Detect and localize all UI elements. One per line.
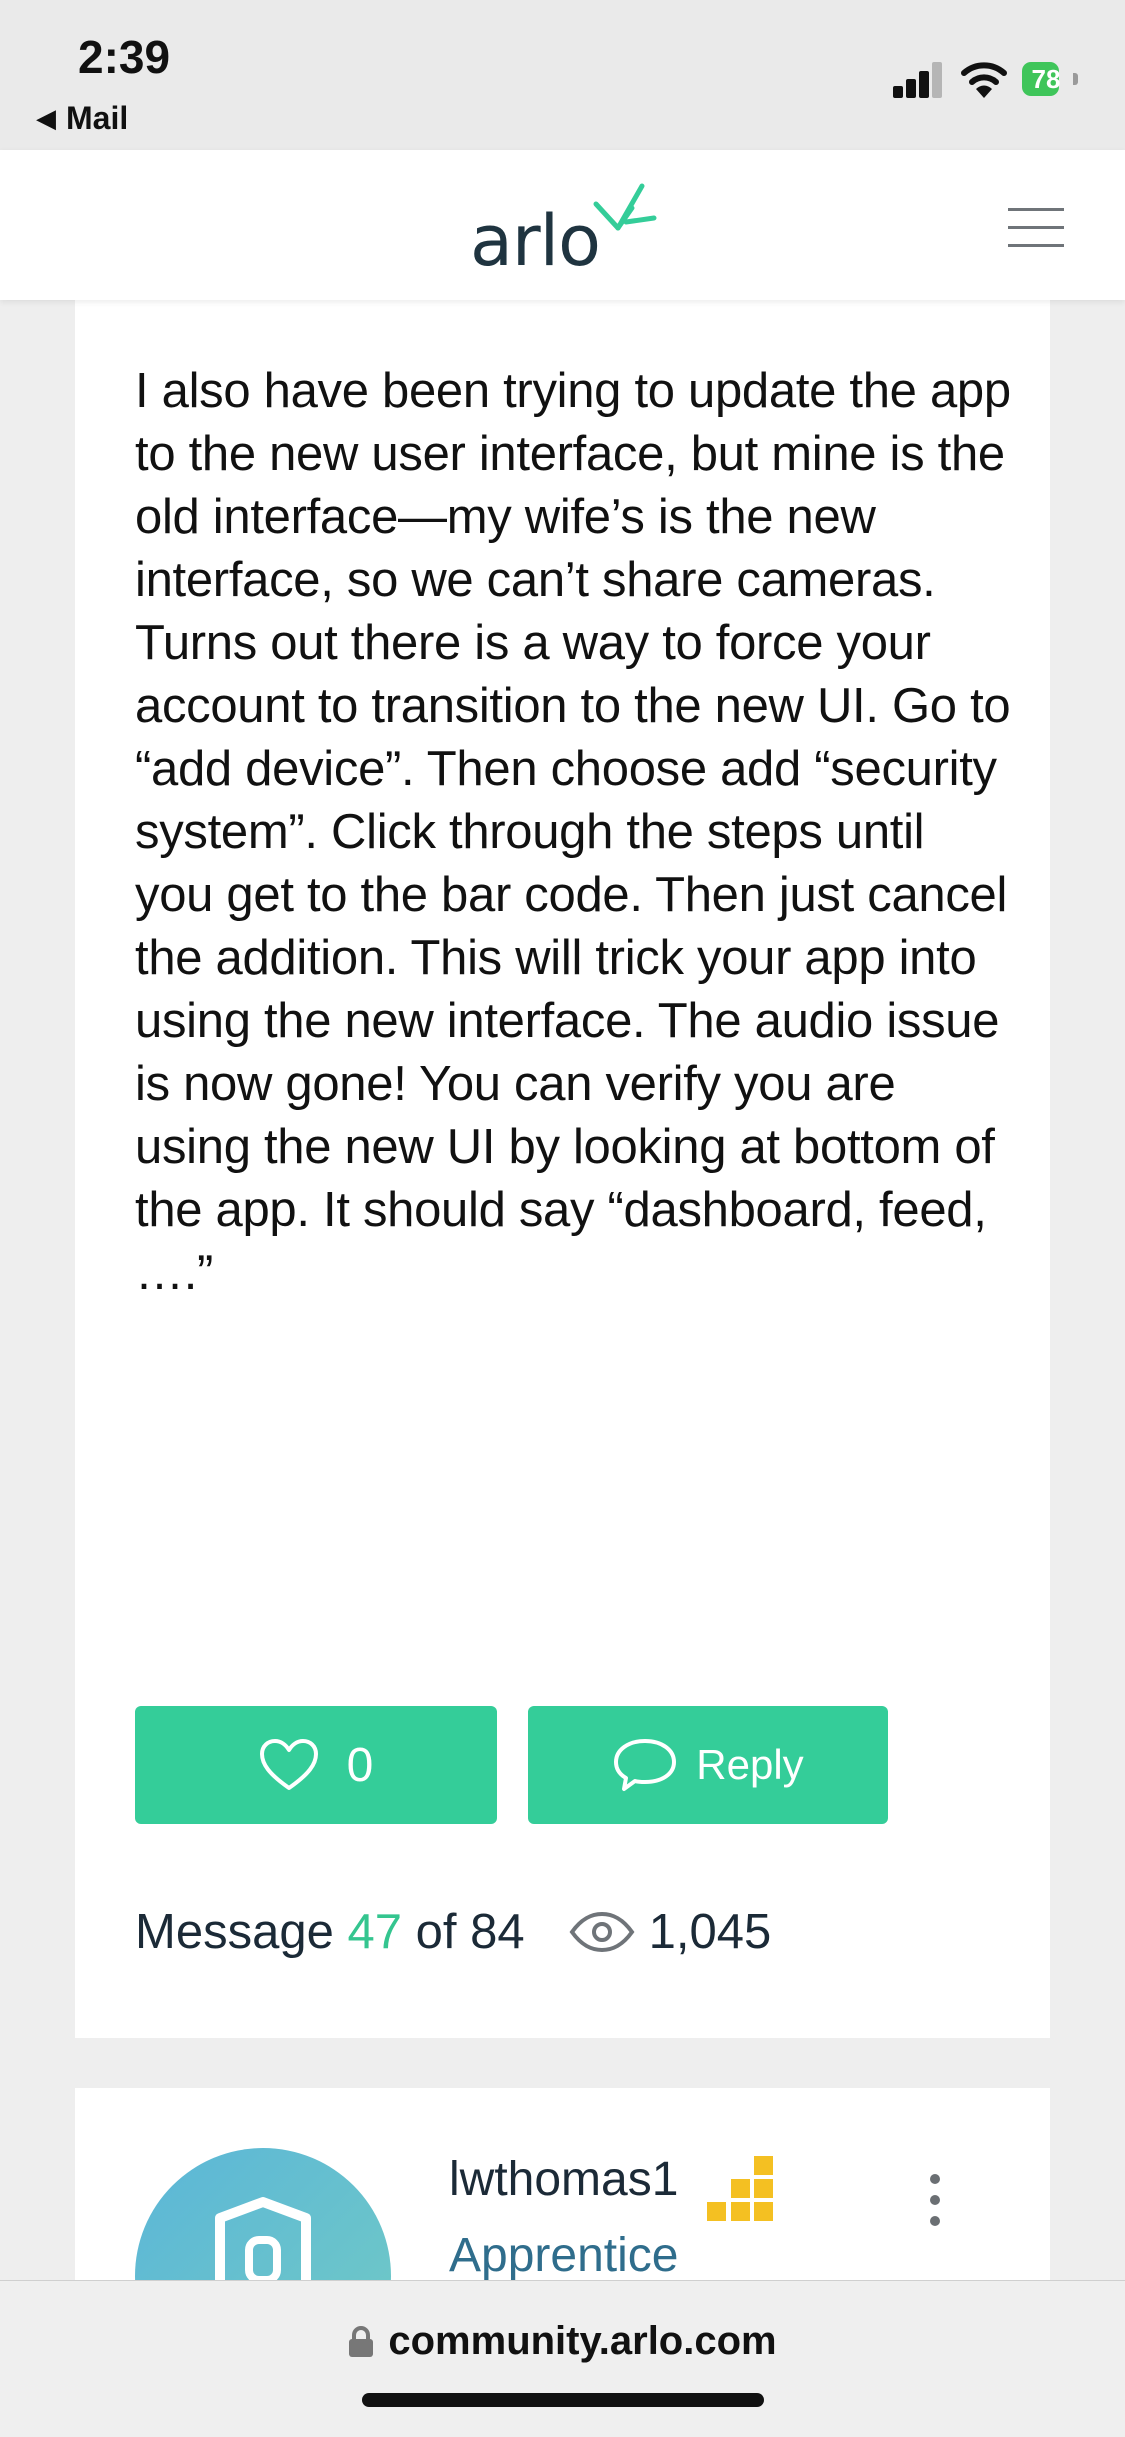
browser-address-bar[interactable]: community.arlo.com (0, 2280, 1125, 2437)
author-username[interactable]: lwthomas1 (449, 2152, 678, 2207)
message-label: Message (135, 1905, 334, 1959)
url-field[interactable]: community.arlo.com (0, 2319, 1125, 2364)
post-card: I also have been trying to update the ap… (75, 300, 1050, 2038)
reply-button[interactable]: Reply (528, 1706, 888, 1824)
status-bar: 2:39 ◀ Mail 78 (0, 0, 1125, 150)
battery-percent: 78 (1031, 64, 1061, 94)
message-meta: Message 47 of 84 1,045 (135, 1904, 771, 1960)
author-rank: Apprentice (449, 2229, 679, 2282)
logo-text: arlo (470, 200, 601, 282)
like-button[interactable]: 0 (135, 1706, 497, 1824)
like-count: 0 (346, 1738, 374, 1792)
rank-blocks-icon (707, 2156, 773, 2221)
url-text: community.arlo.com (388, 2319, 777, 2363)
back-app-label: Mail (66, 100, 129, 136)
home-indicator[interactable] (362, 2393, 764, 2407)
post-body: I also have been trying to update the ap… (135, 364, 1011, 1300)
more-options-icon[interactable] (927, 2174, 943, 2226)
message-total: 84 (470, 1905, 525, 1959)
wifi-icon (961, 62, 1007, 98)
battery-icon: 78 (1022, 62, 1080, 98)
reply-label: Reply (696, 1741, 804, 1788)
arlo-bird-icon (593, 183, 657, 231)
back-arrow-icon: ◀ (36, 103, 56, 133)
hamburger-menu-icon[interactable] (1008, 208, 1064, 248)
speech-bubble-icon (614, 1739, 677, 1791)
lock-icon (349, 2325, 374, 2357)
site-header: arlo (0, 150, 1125, 300)
eye-icon (569, 1911, 635, 1953)
message-number[interactable]: 47 (347, 1904, 402, 1960)
status-time: 2:39 (78, 31, 171, 83)
back-to-mail-button[interactable]: ◀ Mail (36, 100, 128, 137)
cellular-signal-icon (893, 62, 945, 98)
heart-icon (259, 1739, 318, 1790)
arlo-logo[interactable]: arlo (470, 178, 660, 282)
message-of: of (415, 1905, 457, 1959)
view-count: 1,045 (648, 1905, 772, 1959)
